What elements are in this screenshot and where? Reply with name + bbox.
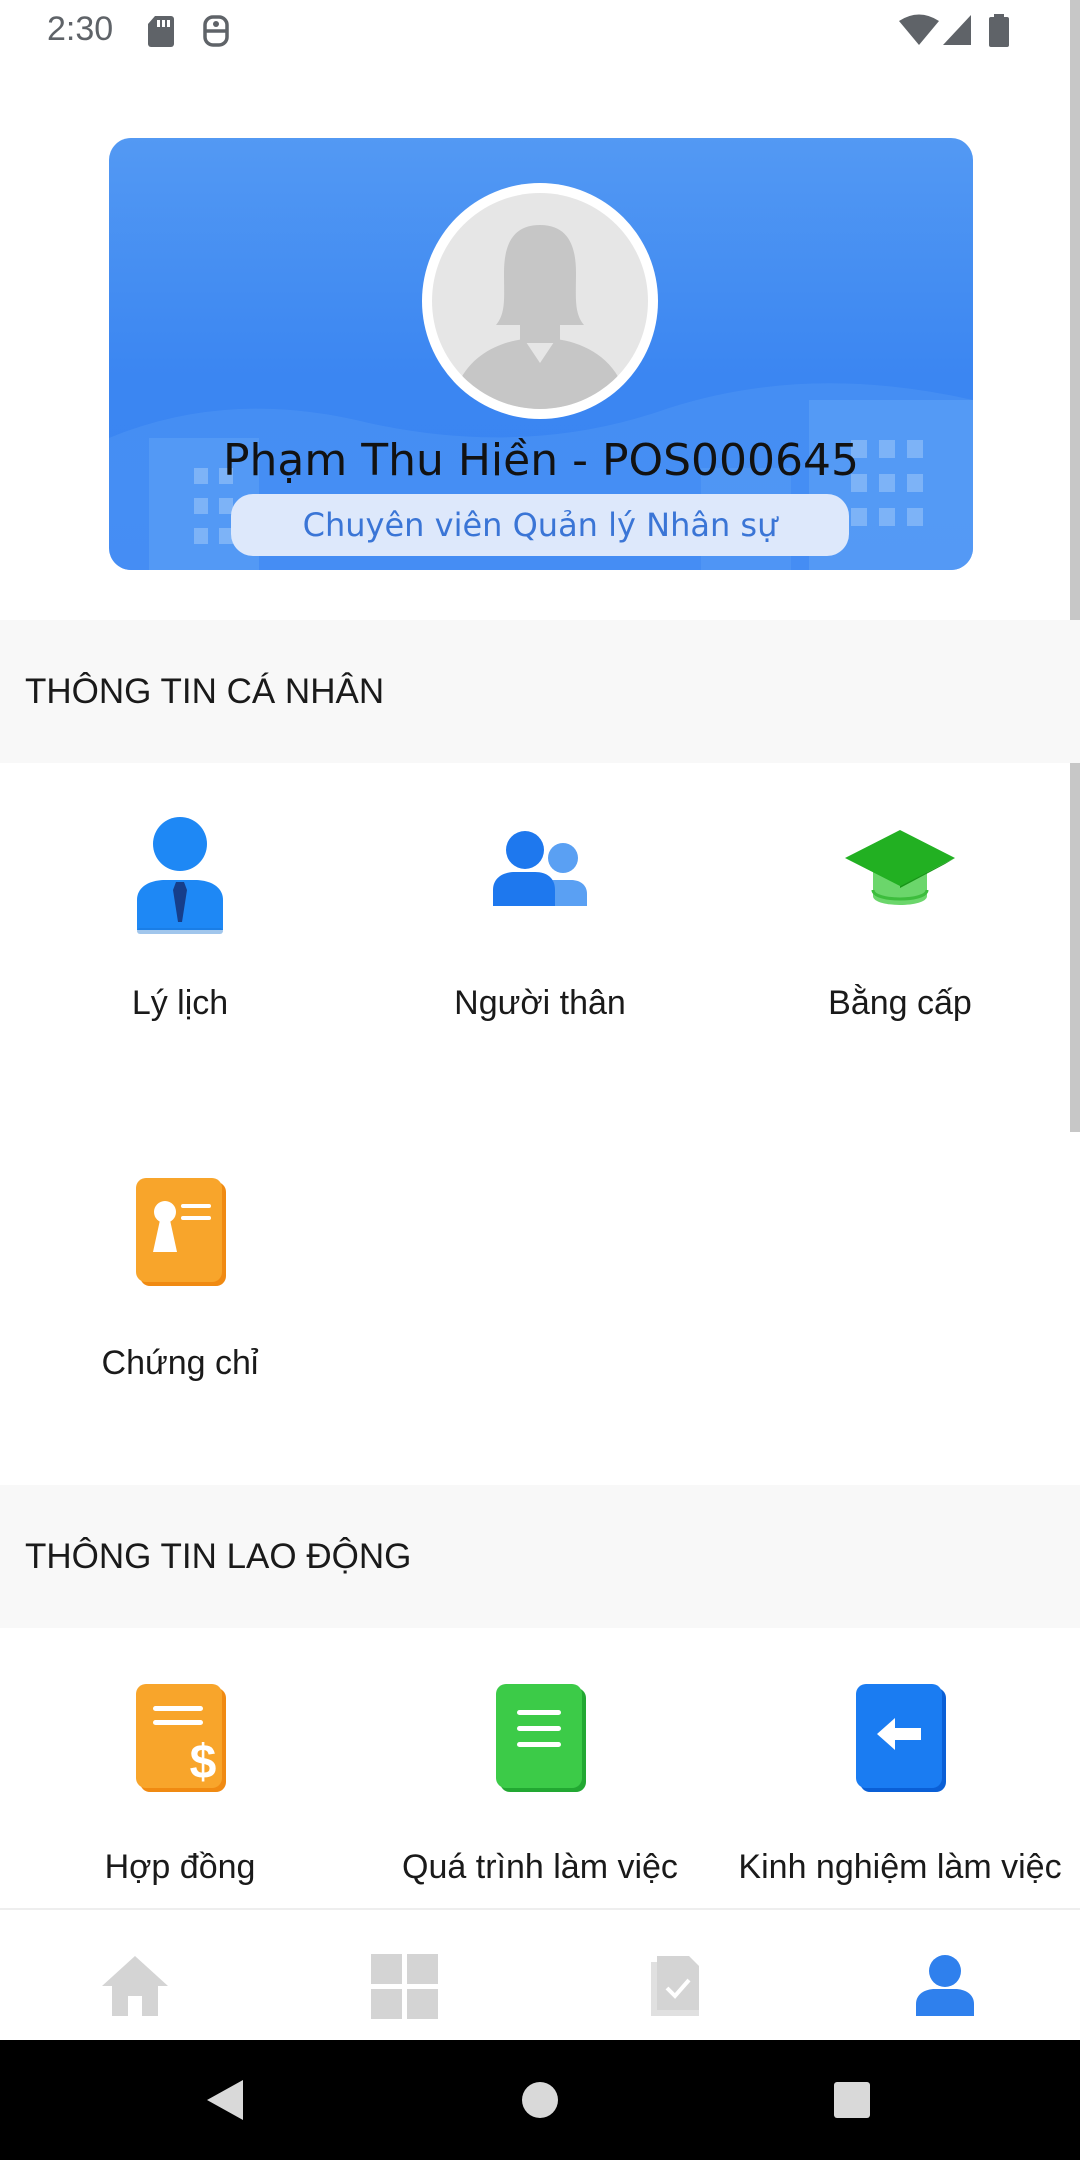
- profile-role-badge: Chuyên viên Quản lý Nhân sự: [231, 494, 849, 556]
- wifi-icon: [899, 14, 939, 45]
- svg-text:$: $: [190, 1736, 217, 1789]
- profile-card: Phạm Thu Hiền - POS000645 Chuyên viên Qu…: [109, 138, 973, 570]
- section-header-personal: THÔNG TIN CÁ NHÂN: [0, 620, 1080, 763]
- grid-item-label: Bằng cấp: [828, 984, 972, 1022]
- grid-item-label: Quá trình làm việc: [402, 1848, 678, 1886]
- home-button-icon[interactable]: [521, 2081, 559, 2119]
- grid-item-qua-trinh-lam-viec[interactable]: Quá trình làm việc: [360, 1670, 720, 1910]
- grid-item-label: Lý lịch: [131, 984, 229, 1022]
- grid-item-ly-lich[interactable]: Lý lịch: [0, 810, 360, 1050]
- nav-apps[interactable]: [270, 1910, 540, 2042]
- avatar[interactable]: [422, 183, 658, 419]
- grid-item-hop-dong[interactable]: $ Hợp đồng: [0, 1670, 360, 1910]
- system-navigation-bar: [0, 2040, 1080, 2160]
- nav-home[interactable]: [0, 1910, 270, 2042]
- grid-icon: [371, 1954, 438, 2019]
- grid-item-bang-cap[interactable]: Bằng cấp: [720, 810, 1080, 1050]
- home-icon: [102, 1956, 168, 2016]
- grid-item-label: Chứng chỉ: [101, 1344, 259, 1382]
- nav-documents[interactable]: [540, 1910, 810, 2042]
- resume-person-icon: [137, 817, 223, 934]
- experience-icon: [856, 1684, 946, 1792]
- grid-item-label: Kinh nghiệm làm việc: [738, 1848, 1062, 1886]
- work-history-icon: [496, 1684, 586, 1792]
- grid-item-label: Người thân: [454, 984, 626, 1022]
- section-title: THÔNG TIN LAO ĐỘNG: [25, 1536, 412, 1576]
- status-time: 2:30: [47, 10, 114, 48]
- battery-icon: [989, 14, 1009, 47]
- graduation-cap-icon: [845, 830, 955, 905]
- grid-item-kinh-nghiem-lam-viec[interactable]: Kinh nghiệm làm việc: [720, 1670, 1080, 1910]
- grid-item-chung-chi[interactable]: Chứng chỉ: [0, 1170, 360, 1410]
- grid-item-label: Hợp đồng: [104, 1848, 256, 1886]
- cell-signal-icon: [943, 15, 971, 45]
- person-placeholder-icon: [452, 225, 628, 409]
- sd-card-icon: [148, 16, 174, 47]
- document-check-icon: [651, 1956, 699, 2016]
- grid-item-nguoi-than[interactable]: Người thân: [360, 810, 720, 1050]
- contract-icon: $: [136, 1684, 226, 1792]
- bottom-navigation: [0, 1908, 1080, 2040]
- family-icon: [493, 831, 587, 906]
- section-header-labor: THÔNG TIN LAO ĐỘNG: [0, 1485, 1080, 1628]
- sim-card-icon: [203, 15, 229, 47]
- profile-icon: [916, 1955, 974, 2016]
- recents-icon[interactable]: [833, 2081, 871, 2119]
- back-icon[interactable]: [205, 2078, 245, 2122]
- certificate-icon: [136, 1178, 226, 1286]
- status-bar: 2:30: [0, 0, 1080, 62]
- profile-name: Phạm Thu Hiền - POS000645: [222, 435, 860, 486]
- nav-profile[interactable]: [810, 1910, 1080, 2042]
- section-title: THÔNG TIN CÁ NHÂN: [25, 671, 385, 711]
